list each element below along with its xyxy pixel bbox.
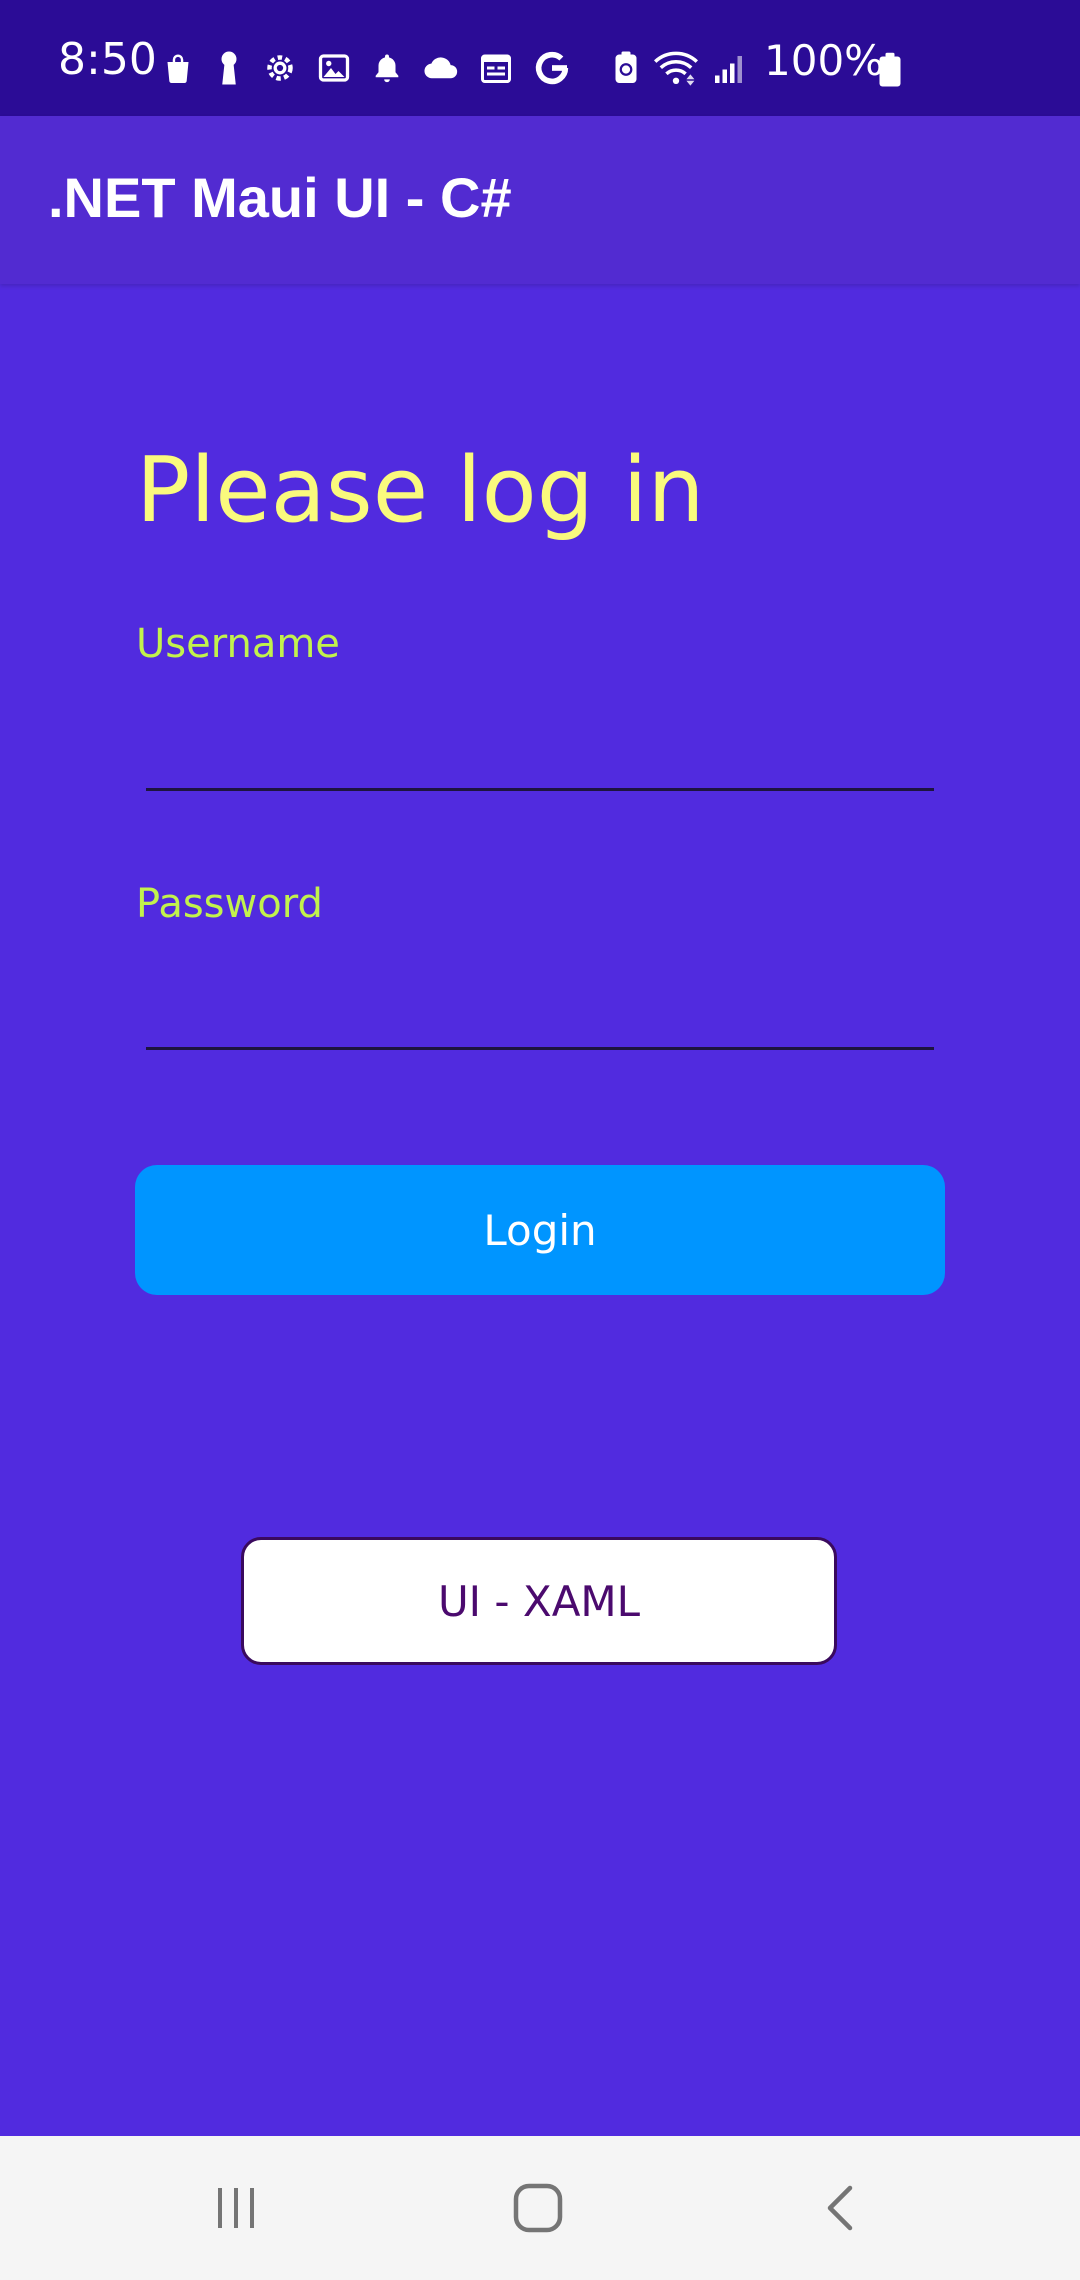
signal-icon xyxy=(712,50,748,90)
app-screen: 8:50 100% .NET Maui UI - C# Please log i… xyxy=(0,0,1080,2280)
app-bar: .NET Maui UI - C# xyxy=(0,116,1080,284)
calendar-icon xyxy=(478,50,514,86)
back-icon[interactable] xyxy=(810,2178,870,2238)
shopping-bag-icon xyxy=(160,50,196,86)
password-label: Password xyxy=(136,881,323,927)
recent-apps-icon[interactable] xyxy=(206,2178,266,2238)
app-title: .NET Maui UI - C# xyxy=(48,166,512,229)
status-bar: 8:50 100% xyxy=(0,0,1080,116)
notification-icons xyxy=(160,48,572,88)
password-input[interactable] xyxy=(146,977,934,1050)
battery-icon xyxy=(878,52,902,92)
battery-saver-icon xyxy=(612,50,640,90)
navigation-bar xyxy=(0,2136,1080,2280)
username-label: Username xyxy=(136,621,340,667)
notification-bell-icon xyxy=(370,50,404,86)
wifi-icon xyxy=(652,48,700,92)
battery-percentage: 100% xyxy=(764,36,885,85)
system-icons xyxy=(612,48,748,92)
login-heading: Please log in xyxy=(136,438,705,543)
gallery-icon xyxy=(316,50,352,86)
keyhole-icon xyxy=(214,50,244,86)
username-input[interactable] xyxy=(146,718,934,791)
ui-xaml-button[interactable]: UI - XAML xyxy=(241,1537,837,1665)
google-icon xyxy=(532,48,572,88)
login-button[interactable]: Login xyxy=(135,1165,945,1295)
cloud-icon xyxy=(422,50,460,86)
status-time: 8:50 xyxy=(58,34,157,85)
settings-icon xyxy=(262,50,298,86)
home-icon[interactable] xyxy=(508,2178,568,2238)
